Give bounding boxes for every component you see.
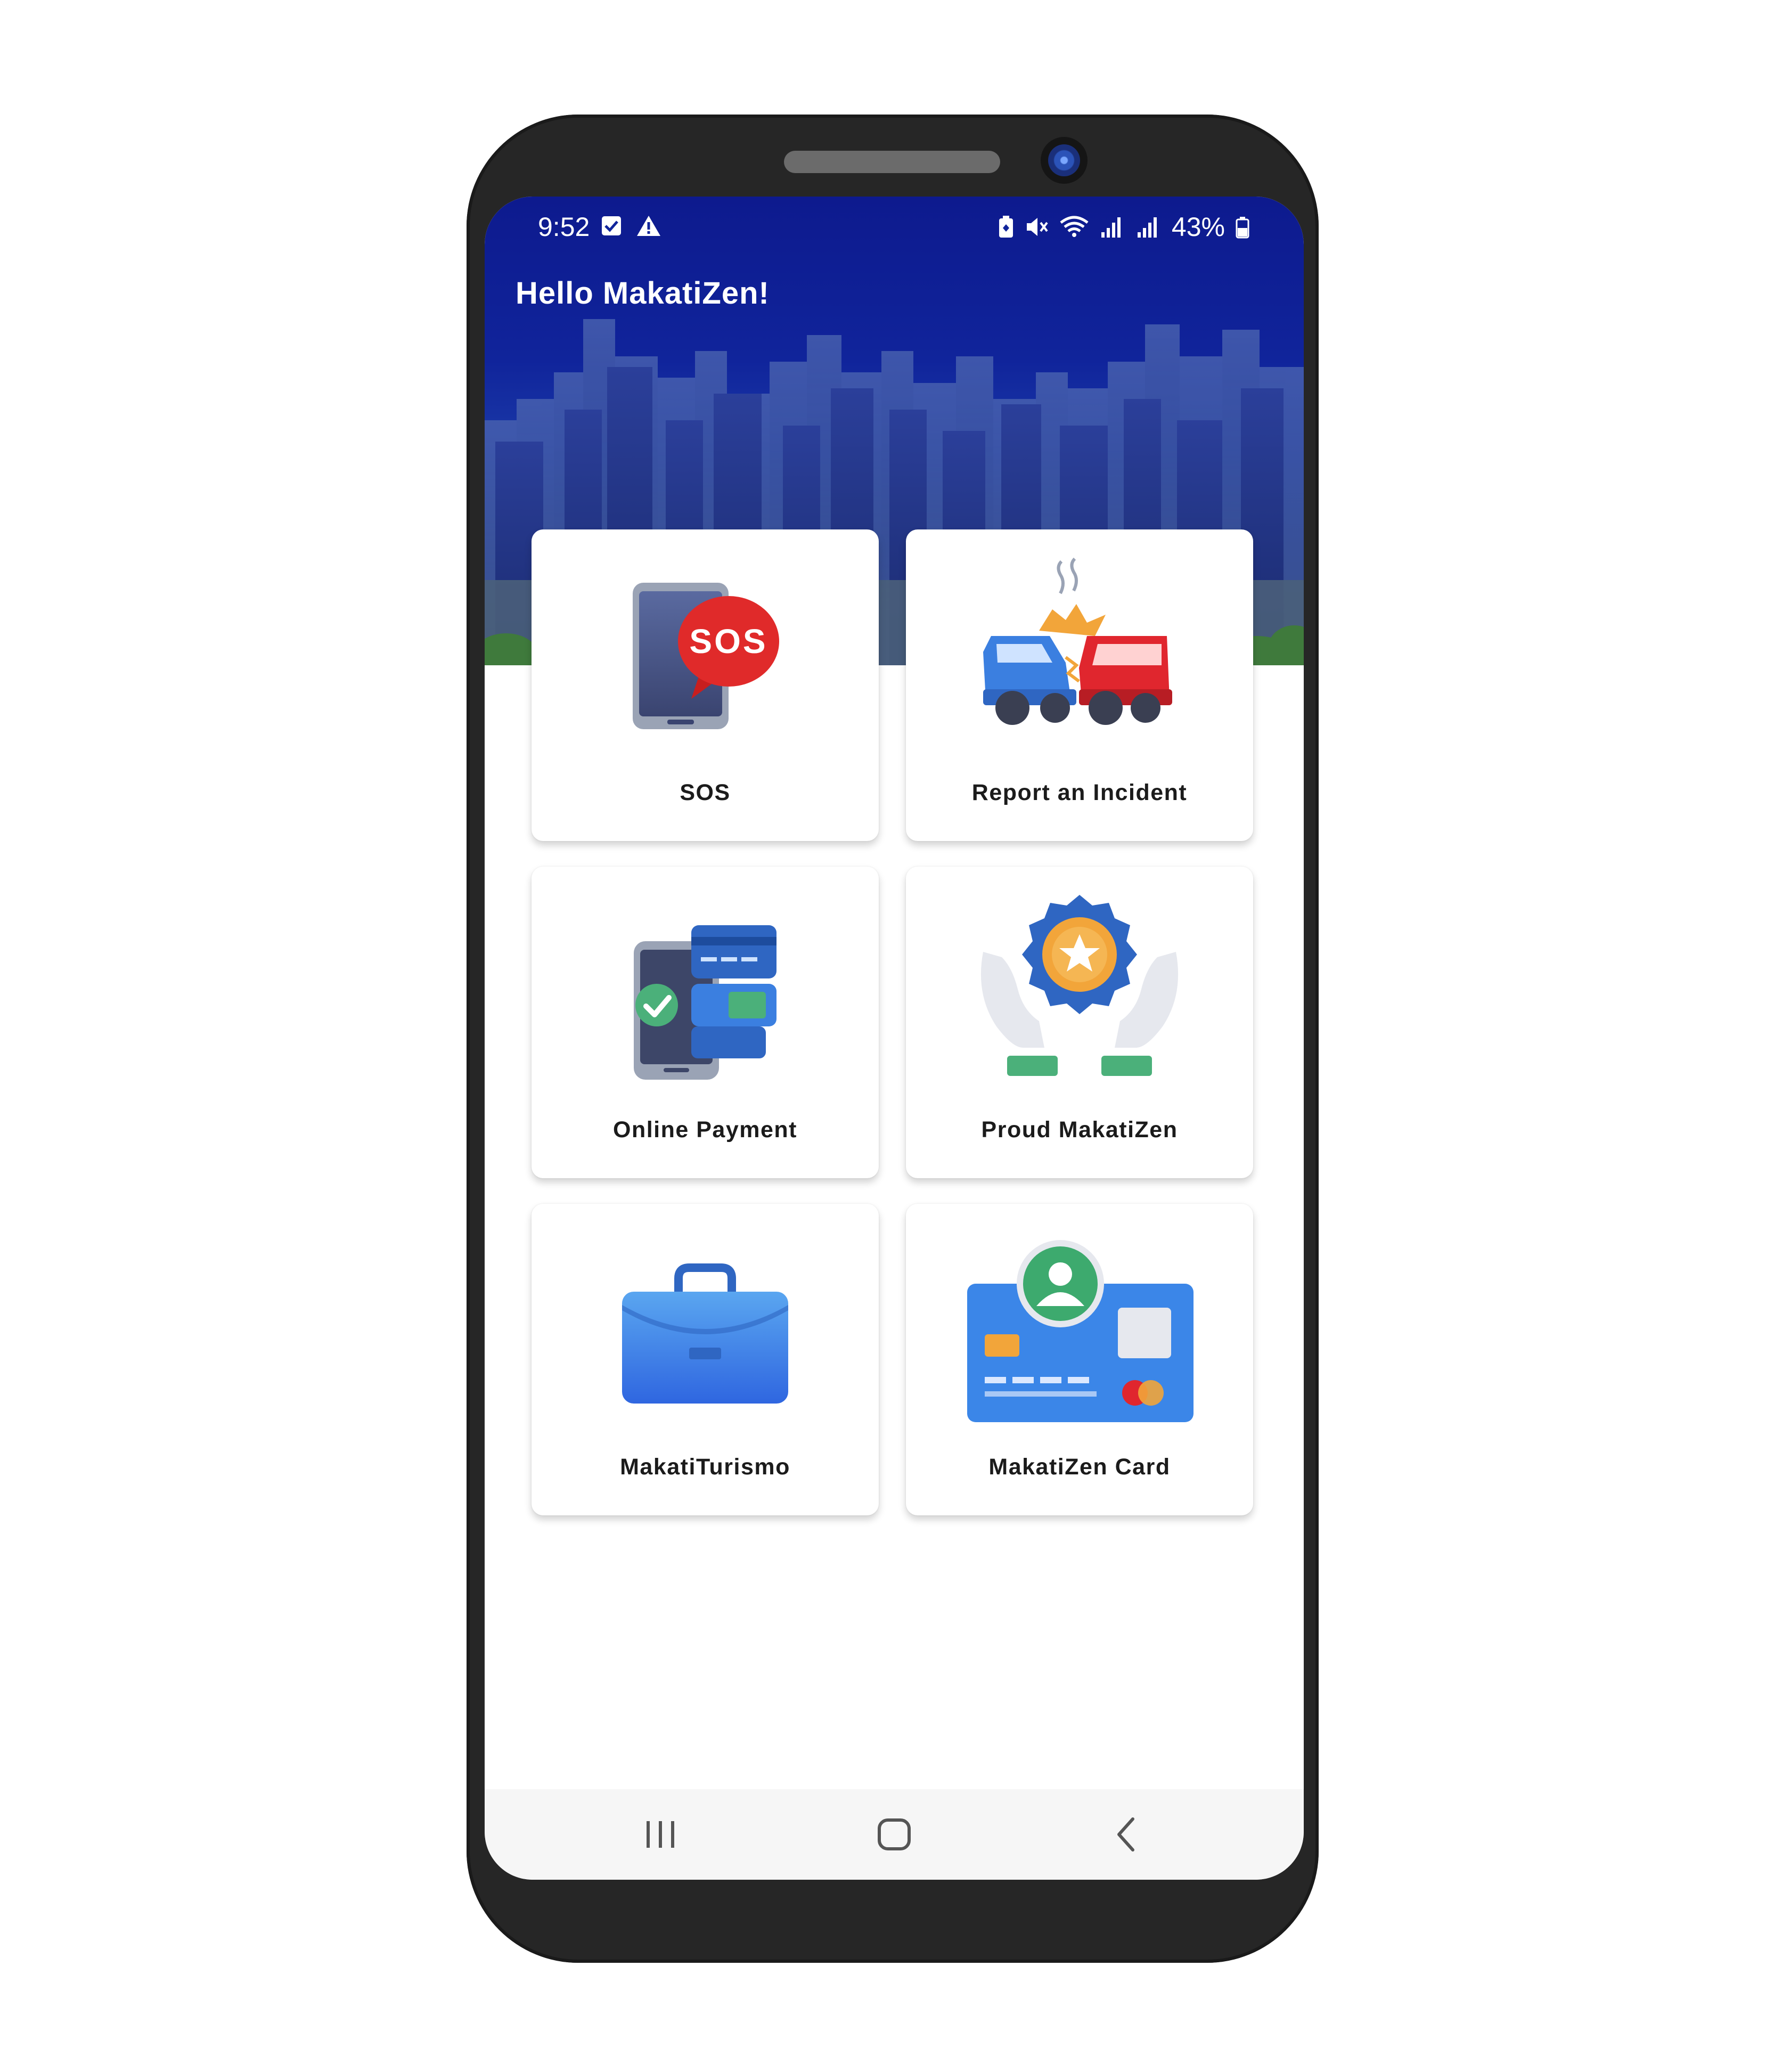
checkbox-icon (602, 216, 621, 235)
recent-apps-icon[interactable] (639, 1816, 682, 1853)
tile-label-proud-makatizen: Proud MakatiZen (981, 1117, 1178, 1143)
status-bar: 9:52 43% (485, 197, 1304, 260)
status-time: 9:52 (538, 212, 590, 242)
id-card-icon (967, 1240, 1194, 1422)
award-hands-icon (980, 895, 1179, 1076)
navigation-bar (485, 1789, 1304, 1880)
signal-icon (1137, 217, 1157, 238)
tile-report-incident[interactable]: Report an Incident (906, 529, 1253, 841)
tile-label-makatizen-card: MakatiZen Card (988, 1454, 1171, 1480)
tile-label-online-payment: Online Payment (613, 1117, 797, 1143)
home-icon[interactable] (873, 1816, 915, 1853)
tile-label-report-incident: Report an Incident (971, 780, 1188, 805)
battery-percentage: 43% (1171, 212, 1225, 242)
svg-text:SOS: SOS (689, 622, 767, 660)
mute-icon (1026, 218, 1048, 236)
warning-icon (637, 216, 660, 236)
briefcase-icon (622, 1263, 788, 1404)
phone-frame: 9:52 43% Hello MakatiZen! SOS SOS Report… (467, 115, 1319, 1963)
tile-makatizen-card[interactable]: MakatiZen Card (906, 1204, 1253, 1515)
battery-saver-icon (999, 216, 1013, 238)
tile-sos[interactable]: SOS SOS (532, 529, 879, 841)
sos-phone-icon: SOS (633, 583, 779, 729)
car-crash-icon (983, 557, 1172, 725)
tile-label-sos: SOS (680, 780, 731, 805)
wifi-icon (1060, 216, 1089, 237)
signal-icon (1101, 217, 1121, 238)
front-camera (1041, 137, 1088, 184)
tile-online-payment[interactable]: Online Payment (532, 867, 879, 1178)
payment-card-icon (634, 925, 776, 1080)
back-icon[interactable] (1105, 1816, 1148, 1853)
speaker-grille (784, 151, 1000, 173)
tile-label-makatiturismo: MakatiTurismo (620, 1454, 790, 1480)
greeting-title: Hello MakatiZen! (516, 276, 770, 311)
tile-proud-makatizen[interactable]: Proud MakatiZen (906, 867, 1253, 1178)
tile-makatiturismo[interactable]: MakatiTurismo (532, 1204, 879, 1515)
app-screen: 9:52 43% Hello MakatiZen! SOS SOS Report… (485, 197, 1304, 1880)
battery-icon (1236, 217, 1249, 239)
